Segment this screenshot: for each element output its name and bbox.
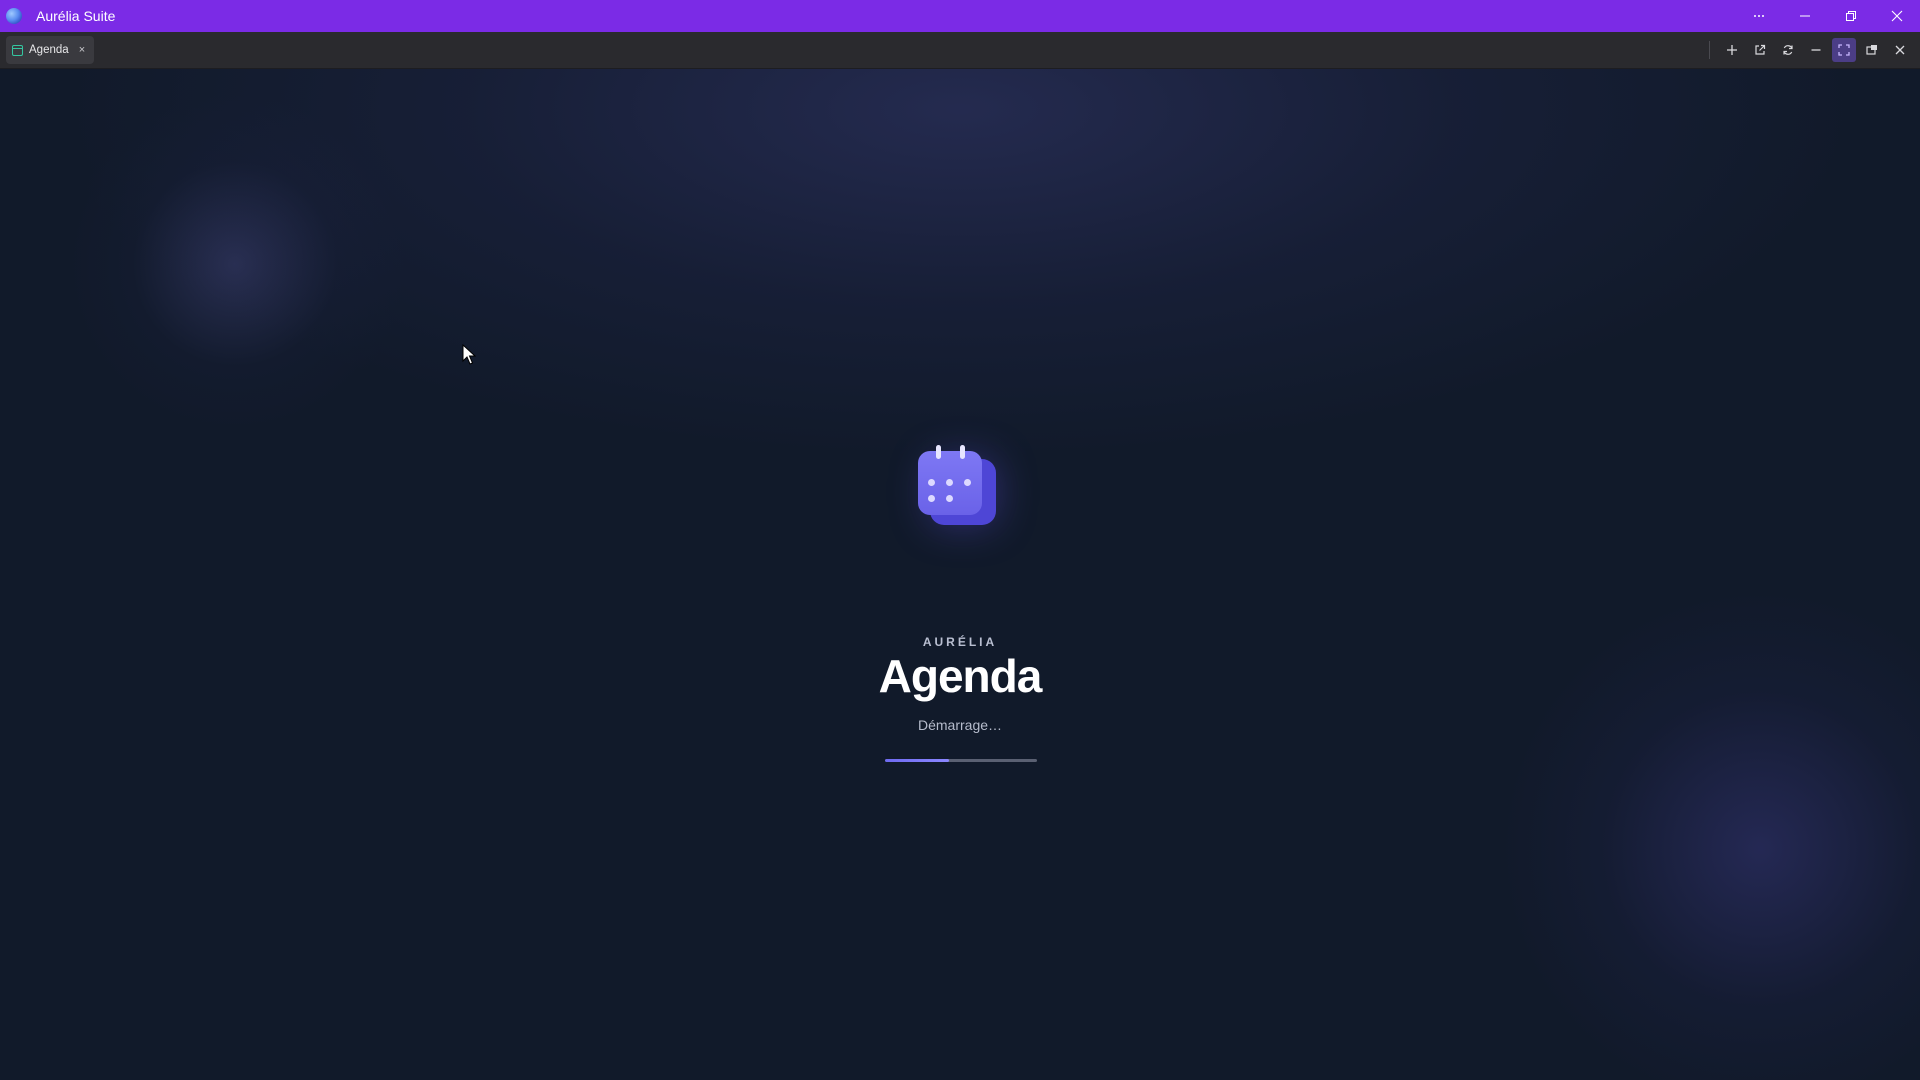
calendar-ring: [960, 445, 965, 459]
loading-progress-fill: [885, 759, 949, 762]
calendar-dot: [928, 495, 935, 502]
restore-button[interactable]: [1828, 0, 1874, 32]
tab-agenda[interactable]: Agenda ×: [6, 36, 94, 64]
fullscreen-icon: [1838, 44, 1850, 56]
tab-toolbar: [1709, 38, 1912, 62]
refresh-icon: [1783, 45, 1793, 55]
calendar-dot: [946, 479, 953, 486]
fullscreen-button[interactable]: [1832, 38, 1856, 62]
mouse-cursor-icon: [462, 344, 476, 365]
calendar-icon: [12, 44, 23, 56]
refresh-button[interactable]: [1776, 38, 1800, 62]
window-title: Aurélia Suite: [36, 8, 116, 24]
more-icon: [1754, 15, 1764, 17]
pip-button[interactable]: [1860, 38, 1884, 62]
calendar-dot: [964, 479, 971, 486]
tab-close-button[interactable]: ×: [76, 44, 88, 56]
more-button[interactable]: [1736, 0, 1782, 32]
brand-label: AURÉLIA: [922, 635, 998, 649]
close-icon: [1891, 10, 1903, 22]
loading-status-text: Démarrage…: [917, 717, 1003, 733]
calendar-icon-front: [918, 445, 982, 515]
close-panel-button[interactable]: [1888, 38, 1912, 62]
app-logo-icon: [6, 8, 22, 24]
loading-progress-bar: [885, 759, 1037, 762]
calendar-dot: [946, 495, 953, 502]
close-icon: [1895, 45, 1905, 55]
tab-label: Agenda: [29, 44, 69, 56]
minus-icon: [1811, 49, 1821, 51]
restore-icon: [1846, 11, 1856, 21]
picture-in-picture-icon: [1866, 45, 1877, 55]
close-window-button[interactable]: [1874, 0, 1920, 32]
external-link-icon: [1755, 44, 1766, 55]
calendar-dot: [928, 479, 935, 486]
window-titlebar[interactable]: Aurélia Suite: [0, 0, 1920, 32]
toolbar-divider: [1709, 41, 1710, 59]
minimize-button[interactable]: [1782, 0, 1828, 32]
app-name-heading: Agenda: [878, 650, 1043, 702]
plus-icon: [1727, 45, 1737, 55]
window-controls: [1736, 0, 1920, 32]
splash-screen: AURÉLIA Agenda Démarrage…: [0, 69, 1920, 1080]
calendar-ring: [936, 445, 941, 459]
minimize-panel-button[interactable]: [1804, 38, 1828, 62]
open-external-button[interactable]: [1748, 38, 1772, 62]
calendar-icon: [918, 445, 1004, 531]
new-tab-button[interactable]: [1720, 38, 1744, 62]
tab-bar: Agenda ×: [0, 32, 1920, 69]
minimize-icon: [1800, 15, 1810, 17]
